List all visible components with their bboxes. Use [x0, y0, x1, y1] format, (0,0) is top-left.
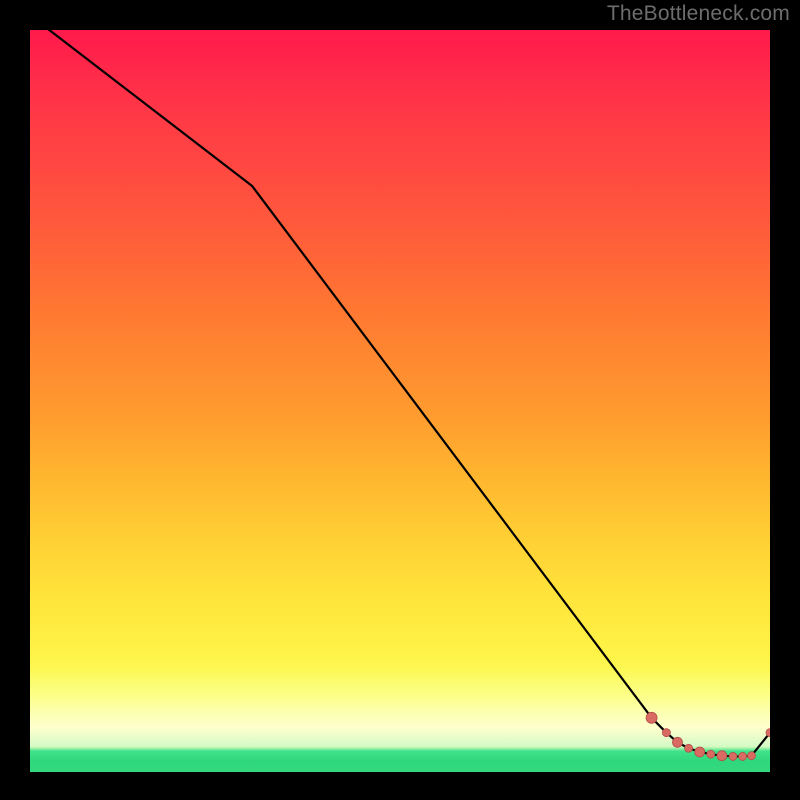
data-point [646, 712, 657, 723]
data-point [717, 751, 727, 761]
chart-stage: TheBottleneck.com [0, 0, 800, 800]
bottleneck-curve [30, 30, 770, 756]
data-point [662, 729, 670, 737]
chart-overlay [30, 30, 770, 772]
data-point [729, 752, 737, 760]
data-point [673, 737, 683, 747]
data-point [748, 752, 756, 760]
marker-layer [646, 712, 770, 760]
data-point [685, 744, 693, 752]
plot-area [30, 30, 770, 772]
watermark-label: TheBottleneck.com [607, 2, 790, 26]
data-point [739, 752, 747, 760]
data-point [695, 747, 705, 757]
data-point [707, 750, 715, 758]
curve-layer [30, 30, 770, 756]
